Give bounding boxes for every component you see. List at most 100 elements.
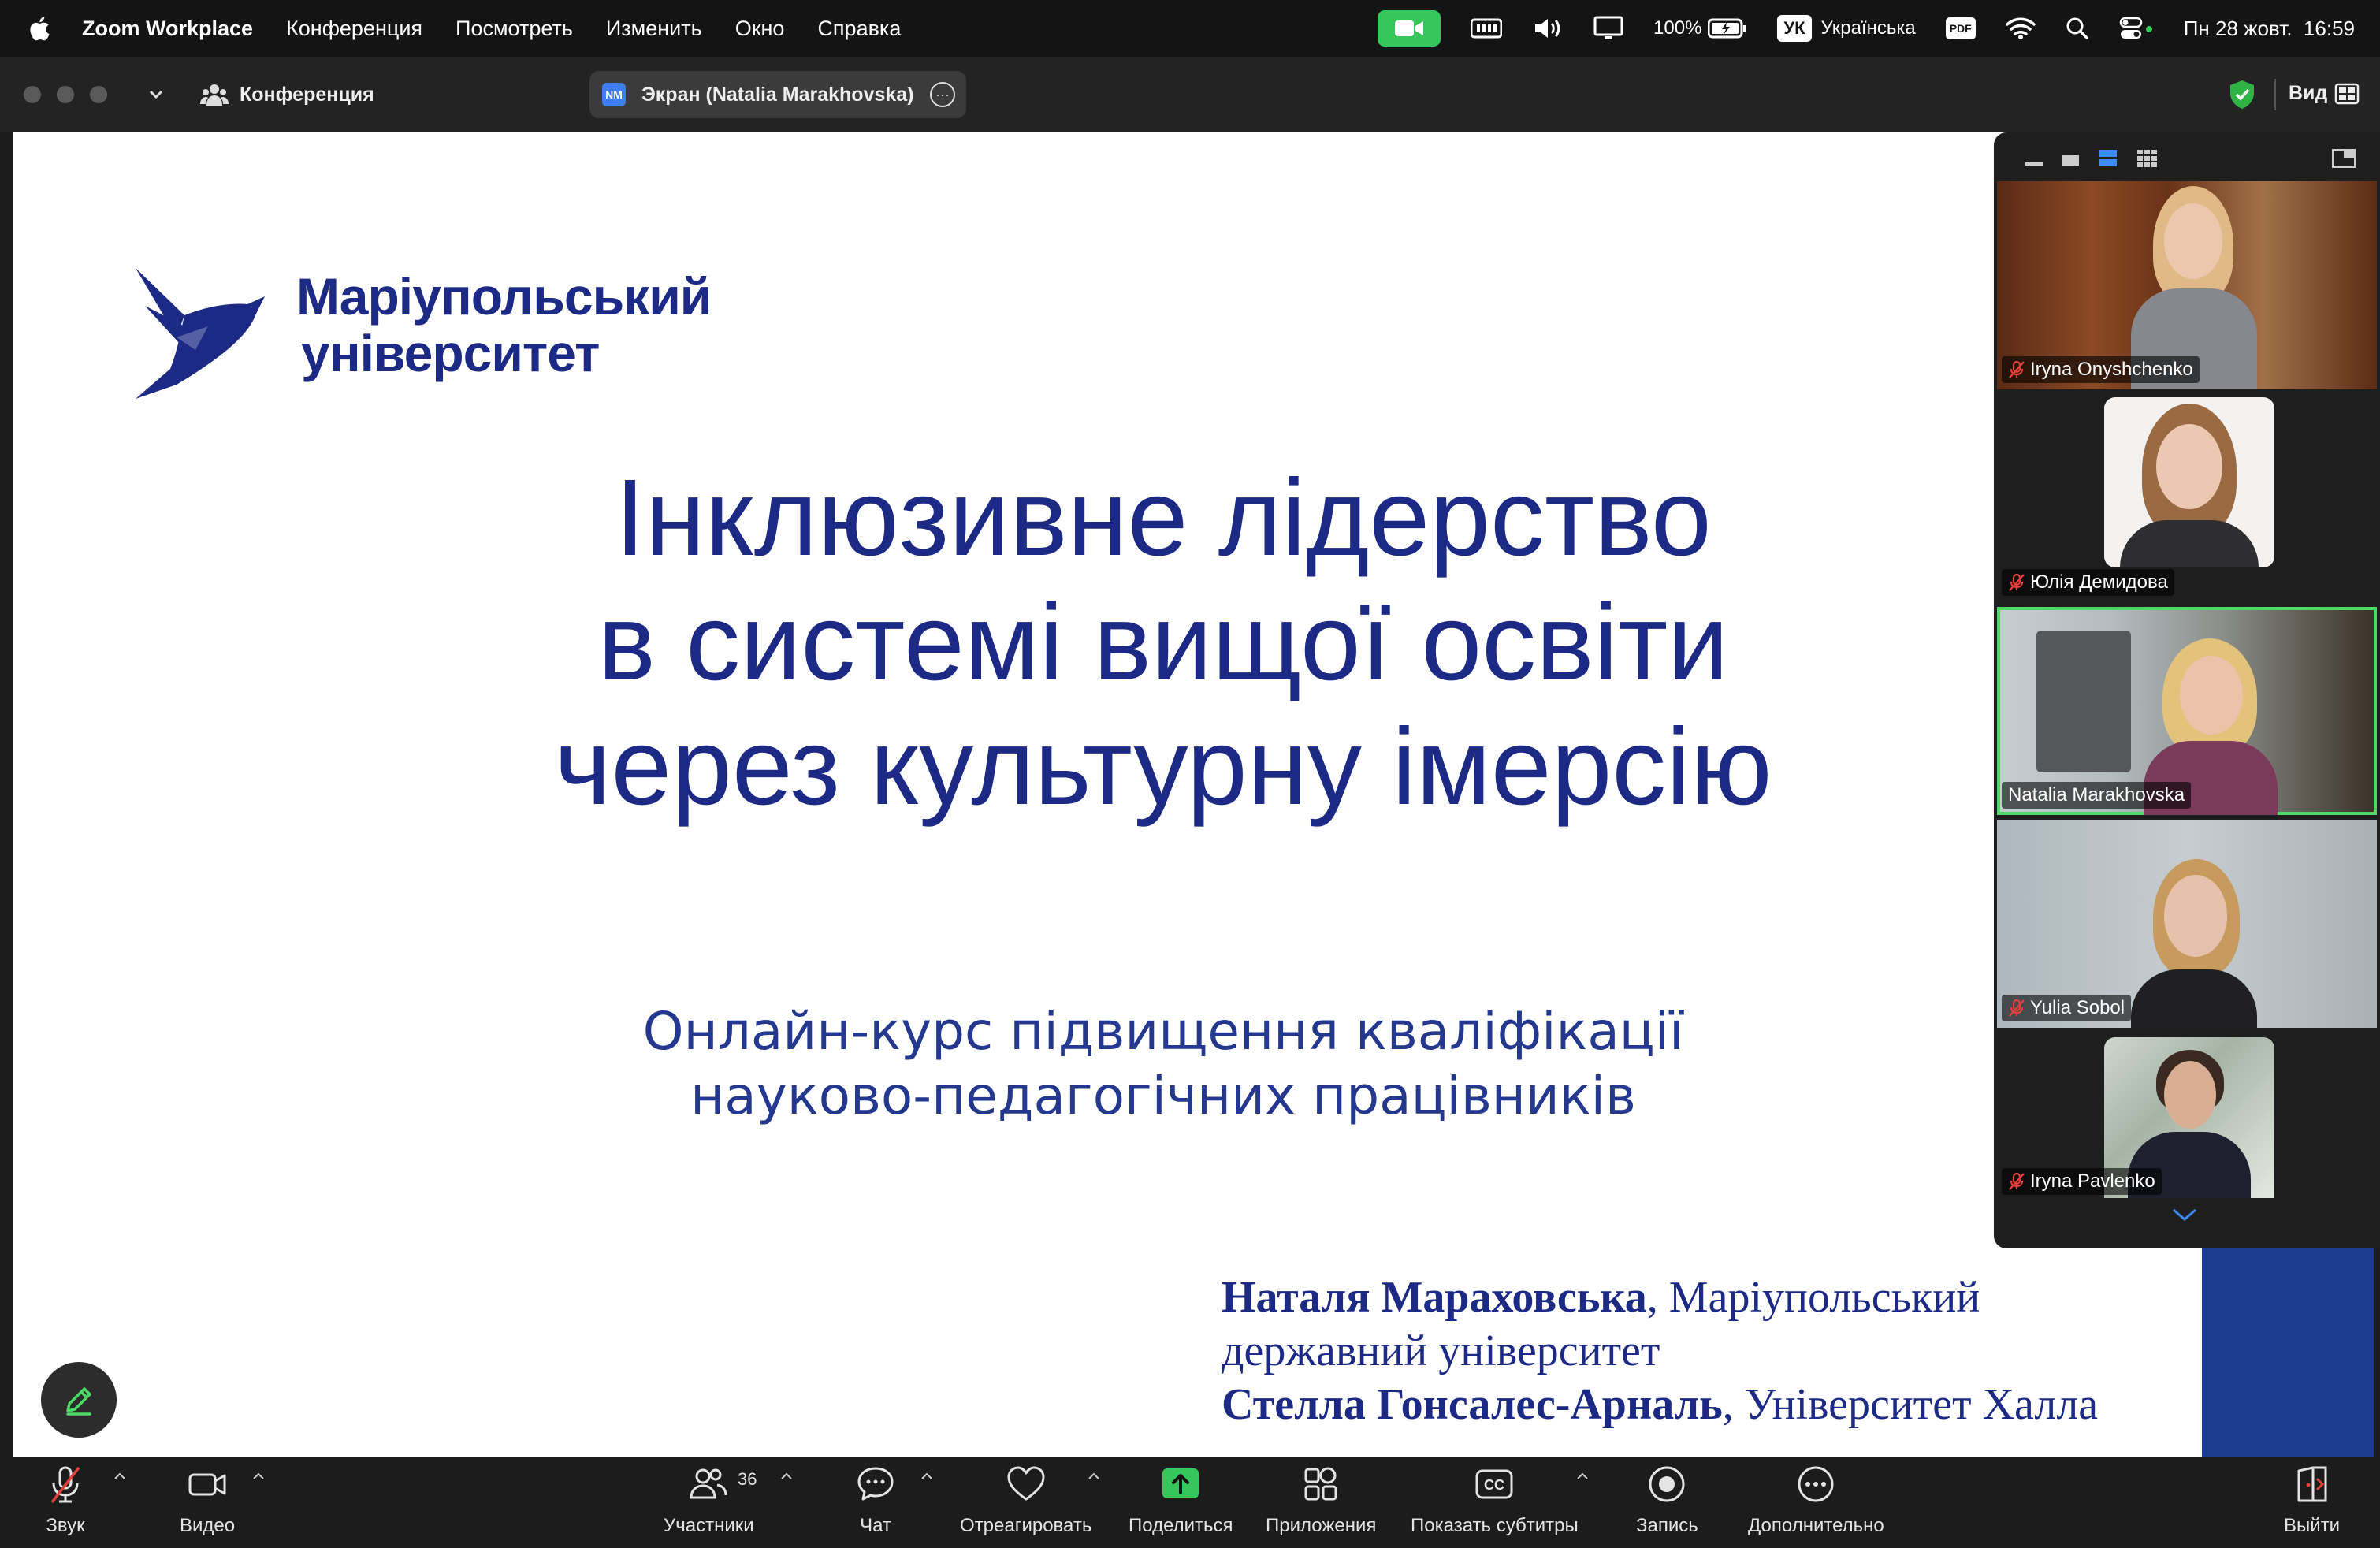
muted-mic-icon bbox=[2009, 999, 2025, 1017]
captions-button[interactable]: CC Показать субтитры bbox=[1411, 1463, 1579, 1537]
chevron-down-icon[interactable] bbox=[147, 85, 165, 104]
muted-mic-icon bbox=[2009, 573, 2025, 591]
video-label: Видео bbox=[180, 1515, 236, 1536]
minimize-panel-icon[interactable] bbox=[2024, 148, 2044, 169]
view-menu-label[interactable]: Вид bbox=[2289, 82, 2327, 105]
record-icon bbox=[1649, 1466, 1685, 1502]
screen-share-indicator[interactable]: NM Экран (Natalia Marakhovska) ··· bbox=[589, 71, 966, 118]
share-screen-icon bbox=[1162, 1468, 1199, 1498]
meeting-info-icon[interactable] bbox=[200, 80, 229, 109]
record-button[interactable]: Запись bbox=[1636, 1463, 1698, 1537]
slide-subtitle: Онлайн-курс підвищення кваліфікації наук… bbox=[564, 999, 1762, 1129]
author-affiliation: державний університет bbox=[1222, 1327, 1660, 1375]
audio-options-caret-icon[interactable] bbox=[112, 1471, 128, 1482]
captions-options-caret-icon[interactable] bbox=[1575, 1471, 1590, 1482]
slide-title-line: Інклюзивне лідерство bbox=[615, 457, 1712, 579]
chat-button[interactable]: Чат bbox=[854, 1463, 897, 1537]
video-options-caret-icon[interactable] bbox=[251, 1471, 266, 1482]
participants-options-caret-icon[interactable] bbox=[779, 1471, 794, 1482]
chat-options-caret-icon[interactable] bbox=[919, 1471, 935, 1482]
close-window-button[interactable] bbox=[24, 86, 41, 103]
author-name: Стелла Гонсалес-Арналь bbox=[1222, 1380, 1723, 1429]
leave-door-icon bbox=[2297, 1466, 2327, 1502]
wifi-icon[interactable] bbox=[2005, 17, 2036, 40]
pop-out-panel-icon[interactable] bbox=[2331, 148, 2356, 169]
menu-window[interactable]: Окно bbox=[735, 17, 785, 41]
menubar-datetime[interactable]: Пн 28 жовт. 16:59 bbox=[2184, 17, 2355, 41]
security-shield-icon[interactable] bbox=[2227, 79, 2257, 110]
participant-name: Natalia Marakhovska bbox=[2008, 784, 2185, 806]
divider bbox=[2274, 79, 2276, 110]
heart-icon bbox=[1007, 1466, 1045, 1501]
closed-captions-icon: CC bbox=[1475, 1469, 1513, 1499]
participant-name-tag: Iryna Pavlenko bbox=[2002, 1168, 2162, 1195]
single-speaker-icon[interactable] bbox=[2060, 148, 2081, 169]
captions-label: Показать субтитры bbox=[1411, 1515, 1579, 1536]
video-button[interactable]: Видео bbox=[180, 1463, 235, 1537]
zoom-window-button[interactable] bbox=[90, 86, 107, 103]
control-center-icon[interactable] bbox=[2119, 17, 2154, 40]
video-camera-icon bbox=[188, 1473, 226, 1496]
annotate-button[interactable] bbox=[41, 1362, 117, 1438]
participant-name: Iryna Pavlenko bbox=[2030, 1170, 2155, 1192]
apple-icon[interactable] bbox=[27, 13, 55, 44]
chat-label: Чат bbox=[860, 1515, 891, 1536]
display-icon[interactable] bbox=[1593, 16, 1623, 41]
participant-video-panel: Iryna Onyshchenko Юлія Демидова Natalia … bbox=[1994, 132, 2380, 1248]
leave-button[interactable]: Выйти bbox=[2284, 1463, 2340, 1537]
conference-label[interactable]: Конференция bbox=[240, 84, 374, 106]
screen-share-label: Экран (Natalia Marakhovska) bbox=[641, 83, 914, 106]
slide-subtitle-line: науково-педагогічних працівників bbox=[690, 1066, 1636, 1126]
participant-tile[interactable]: Юлія Демидова bbox=[1997, 394, 2377, 602]
participant-name: Iryna Onyshchenko bbox=[2030, 359, 2193, 380]
scroll-down-chevron-icon[interactable] bbox=[2169, 1206, 2200, 1223]
zoom-video-status-icon[interactable] bbox=[1378, 10, 1441, 47]
grid-view-icon[interactable] bbox=[2136, 148, 2158, 169]
pdf-icon[interactable]: PDF bbox=[1945, 17, 1976, 39]
search-icon[interactable] bbox=[2066, 17, 2089, 40]
input-language-label[interactable]: Українська bbox=[1821, 17, 1916, 39]
record-label: Запись bbox=[1636, 1515, 1698, 1536]
apps-icon bbox=[1304, 1467, 1337, 1501]
battery-icon[interactable] bbox=[1708, 18, 1747, 39]
menu-help[interactable]: Справка bbox=[817, 17, 901, 41]
minimize-window-button[interactable] bbox=[57, 86, 74, 103]
pencil-icon bbox=[66, 1387, 91, 1416]
menu-app-name[interactable]: Zoom Workplace bbox=[82, 17, 253, 41]
vertical-strip-icon[interactable] bbox=[2098, 148, 2118, 169]
participant-tile-active-speaker[interactable]: Natalia Marakhovska bbox=[1997, 607, 2377, 815]
more-label: Дополнительно bbox=[1748, 1515, 1884, 1536]
participants-count: 36 bbox=[738, 1469, 757, 1489]
grid-view-icon[interactable] bbox=[2334, 82, 2360, 106]
logo-line-1: Маріупольський bbox=[296, 267, 712, 326]
share-options-icon[interactable]: ··· bbox=[930, 82, 955, 107]
participant-name-tag: Yulia Sobol bbox=[2002, 995, 2132, 1021]
participant-name-tag: Юлія Демидова bbox=[2002, 569, 2174, 596]
input-language-badge[interactable]: УК bbox=[1777, 15, 1812, 42]
volume-icon[interactable] bbox=[1532, 17, 1564, 40]
menu-view[interactable]: Посмотреть bbox=[456, 17, 573, 41]
more-button[interactable]: Дополнительно bbox=[1748, 1463, 1884, 1537]
participant-name-tag: Natalia Marakhovska bbox=[2002, 782, 2192, 809]
slide-title-line: через культурну імерсію bbox=[554, 706, 1772, 828]
author-name: Наталя Мараховська bbox=[1222, 1273, 1647, 1322]
menu-conference[interactable]: Конференция bbox=[286, 17, 422, 41]
share-screen-button[interactable]: Поделиться bbox=[1129, 1463, 1233, 1537]
react-label: Отреагировать bbox=[960, 1515, 1092, 1536]
keyboard-icon[interactable] bbox=[1471, 18, 1503, 39]
share-screen-label: Поделиться bbox=[1129, 1515, 1233, 1536]
menu-edit[interactable]: Изменить bbox=[606, 17, 702, 41]
background-painting bbox=[2036, 631, 2131, 772]
participant-avatar-photo bbox=[2104, 397, 2274, 567]
participant-name-tag: Iryna Onyshchenko bbox=[2002, 356, 2200, 383]
participant-tile[interactable]: Iryna Onyshchenko bbox=[1997, 181, 2377, 389]
university-logo-text: Маріупольський університет bbox=[296, 267, 712, 381]
slide-title: Інклюзивне лідерство в системі вищої осв… bbox=[328, 456, 1999, 829]
participant-tile[interactable]: Iryna Pavlenko bbox=[1997, 1033, 2377, 1200]
apps-button[interactable]: Приложения bbox=[1266, 1463, 1376, 1537]
participant-tile[interactable]: Yulia Sobol bbox=[1997, 820, 2377, 1028]
presenter-avatar: NM bbox=[602, 83, 626, 106]
audio-button[interactable]: Звук bbox=[44, 1463, 87, 1537]
react-button[interactable]: Отреагировать bbox=[960, 1463, 1091, 1537]
react-options-caret-icon[interactable] bbox=[1086, 1471, 1102, 1482]
